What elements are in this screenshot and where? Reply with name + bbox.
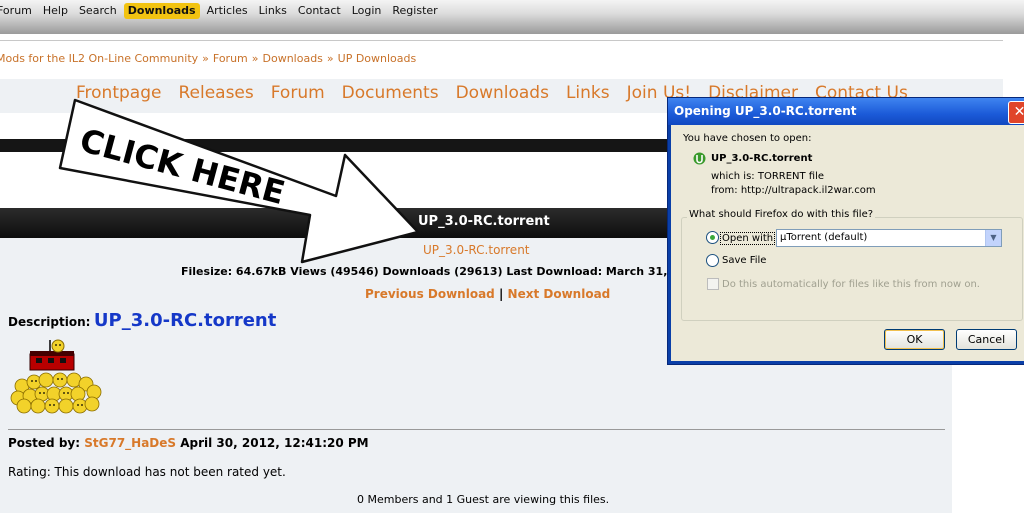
rating: Rating: This download has not been rated… bbox=[8, 465, 286, 479]
open-with-radio[interactable] bbox=[706, 231, 719, 244]
open-with-label[interactable]: Open with bbox=[720, 232, 776, 245]
file-type: which is: TORRENT file bbox=[711, 171, 825, 182]
dialog-titlebar[interactable]: Opening UP_3.0-RC.torrent ✕ bbox=[668, 98, 1024, 125]
viewers-count: 0 Members and 1 Guest are viewing this f… bbox=[357, 493, 610, 506]
posted-by: Posted by: StG77_HaDeS April 30, 2012, 1… bbox=[8, 436, 369, 450]
action-question: What should Firefox do with this file? bbox=[687, 209, 876, 220]
menu-links[interactable]: Links bbox=[566, 83, 610, 103]
file-source: from: http://ultrapack.il2war.com bbox=[711, 185, 876, 196]
chosen-text: You have chosen to open: bbox=[683, 133, 812, 144]
click-here-arrow: CLICK HERE bbox=[58, 98, 420, 264]
description: Description: UP_3.0-RC.torrent bbox=[8, 310, 276, 331]
auto-checkbox-label: Do this automatically for files like thi… bbox=[722, 279, 980, 290]
dialog-title: Opening UP_3.0-RC.torrent bbox=[674, 104, 857, 118]
open-with-app-select[interactable]: µTorrent (default) ▼ bbox=[776, 229, 1002, 247]
smiley-pile-image bbox=[10, 339, 102, 414]
dialog-body: You have chosen to open: UP_3.0-RC.torre… bbox=[671, 125, 1024, 361]
ok-button[interactable]: OK bbox=[884, 329, 945, 350]
save-file-radio[interactable] bbox=[706, 254, 719, 267]
posted-by-user[interactable]: StG77_HaDeS bbox=[84, 436, 176, 450]
posted-date: April 30, 2012, 12:41:20 PM bbox=[180, 436, 369, 450]
utorrent-icon bbox=[693, 152, 706, 165]
radio-selected-dot bbox=[710, 235, 715, 240]
close-icon[interactable]: ✕ bbox=[1008, 101, 1024, 124]
auto-checkbox[interactable] bbox=[707, 278, 719, 290]
cancel-button[interactable]: Cancel bbox=[956, 329, 1017, 350]
selected-app: µTorrent (default) bbox=[780, 232, 868, 243]
save-file-label[interactable]: Save File bbox=[722, 255, 766, 266]
divider bbox=[8, 429, 945, 430]
description-label: Description: bbox=[8, 315, 91, 329]
posted-by-label: Posted by: bbox=[8, 436, 81, 450]
description-title: UP_3.0-RC.torrent bbox=[93, 310, 277, 331]
dialog-filename: UP_3.0-RC.torrent bbox=[711, 153, 813, 164]
chevron-down-icon[interactable]: ▼ bbox=[985, 230, 1001, 246]
firefox-download-dialog: Opening UP_3.0-RC.torrent ✕ You have cho… bbox=[667, 97, 1024, 365]
